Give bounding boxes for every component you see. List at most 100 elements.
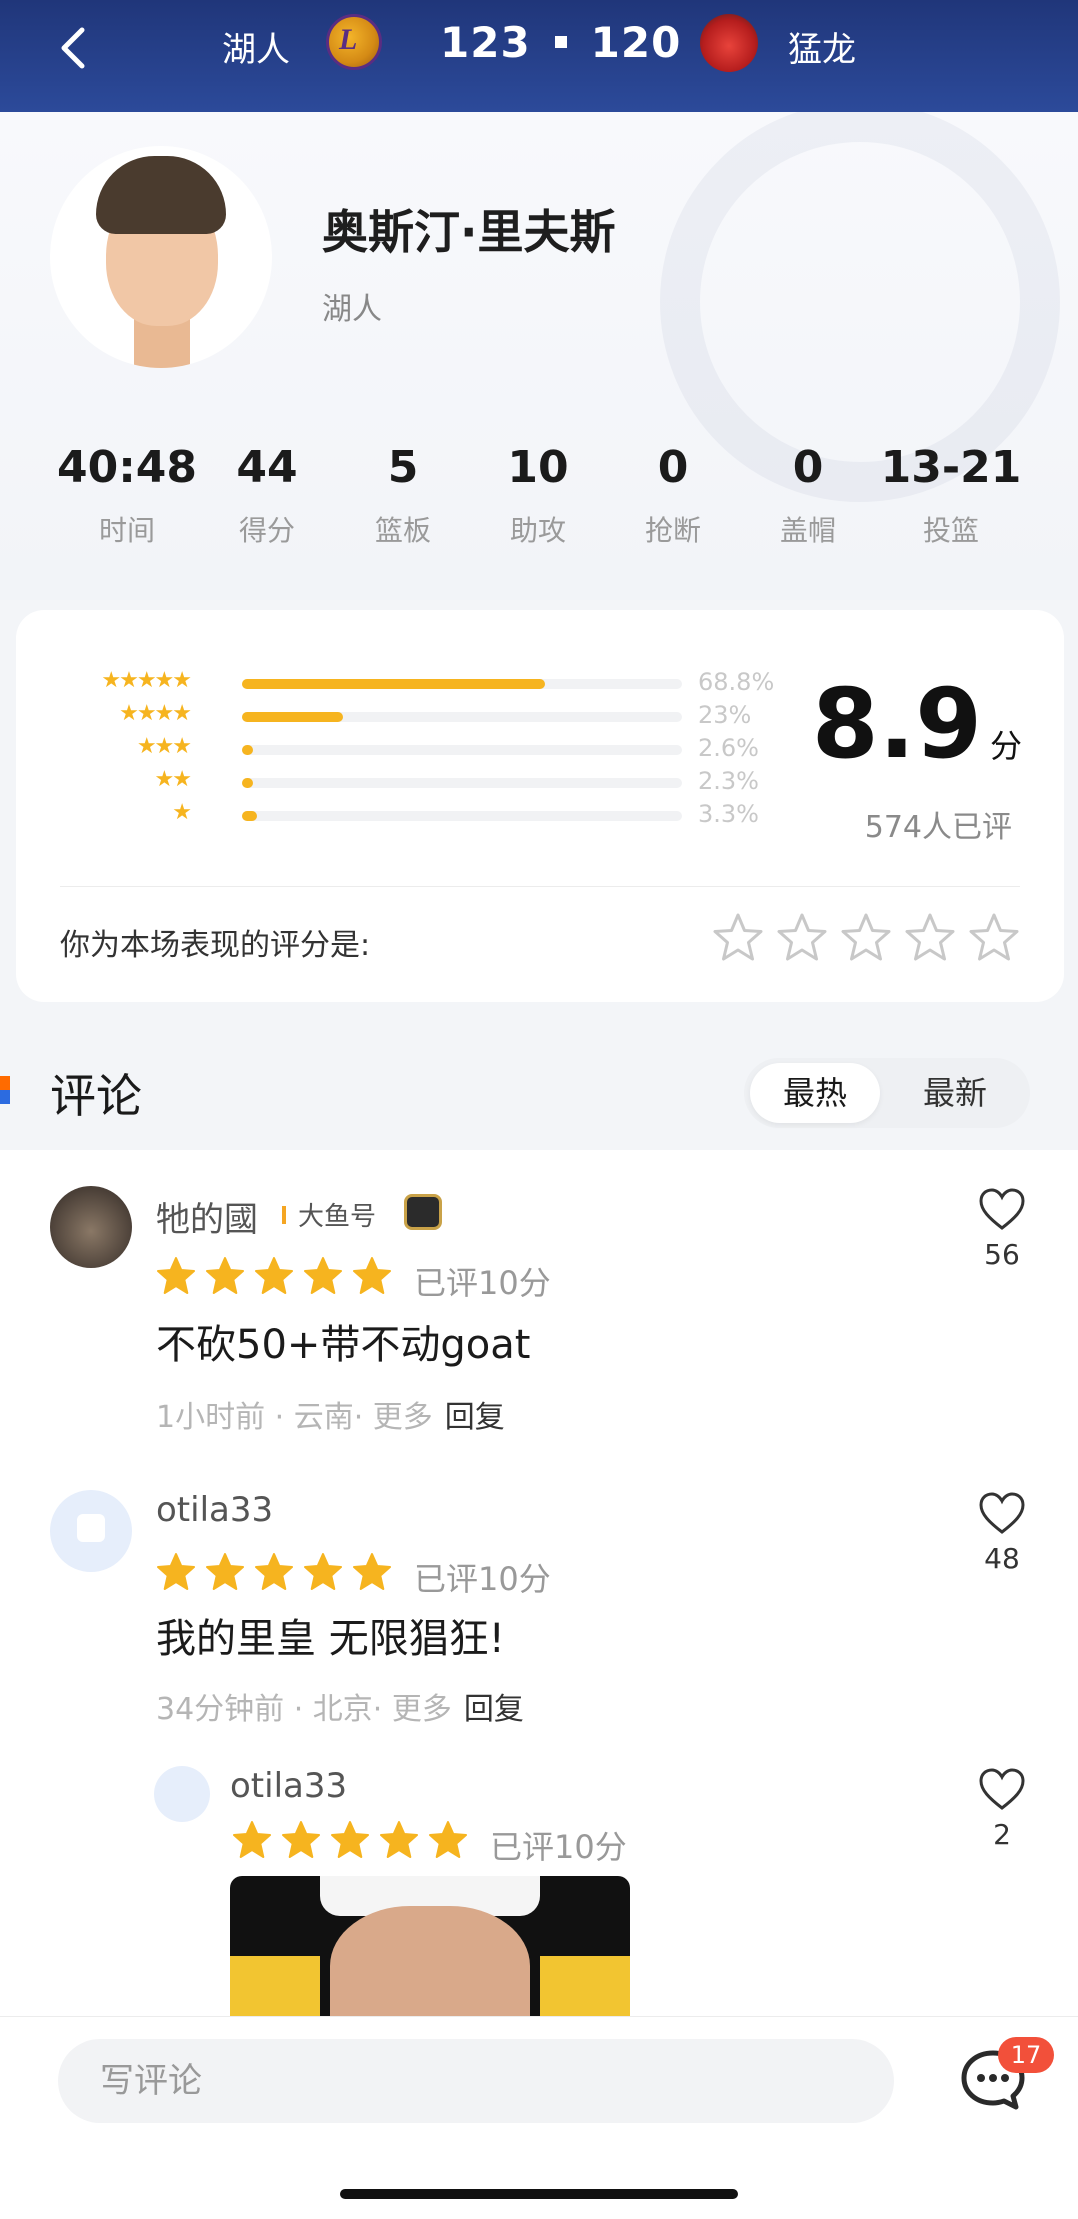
score-separator <box>554 35 567 48</box>
gold-star-icon <box>304 1553 342 1590</box>
comment-username[interactable]: 牠的國 <box>156 1192 258 1241</box>
creator-badge-icon <box>404 1194 442 1230</box>
rating-row-2: ★★ 2.3% <box>60 767 760 797</box>
gold-star-icon <box>353 1257 391 1294</box>
comment-stars <box>156 1552 401 1592</box>
stat-assists: 10 助攻 <box>507 442 569 547</box>
rate-star-2-icon[interactable] <box>776 912 828 962</box>
game-score: 123 120 <box>440 18 681 67</box>
default-avatar-icon <box>77 1514 105 1542</box>
comment-username[interactable]: otila33 <box>230 1766 347 1806</box>
comment-rated: 已评10分 <box>414 1264 551 1302</box>
rating-row-5: ★★★★★ 68.8% <box>60 668 774 698</box>
like-count: 48 <box>984 1542 1020 1575</box>
rating-percent: 2.6% <box>698 734 759 762</box>
stat-blocks: 0 盖帽 <box>779 442 836 547</box>
rating-percent: 3.3% <box>698 800 759 828</box>
heart-icon <box>979 1188 1025 1230</box>
sort-hot-button[interactable]: 最热 <box>750 1063 880 1123</box>
one-star-icon: ★ <box>172 800 192 825</box>
home-indicator <box>340 2189 738 2199</box>
rating-card: ★★★★★ 68.8% ★★★★ 23% ★★★ 2.6% ★★ 2.3% ★ … <box>16 610 1064 1002</box>
like-button[interactable]: 2 <box>972 1766 1032 1851</box>
gold-star-icon <box>304 1257 342 1294</box>
like-button[interactable]: 48 <box>972 1490 1032 1575</box>
section-accent <box>0 1076 10 1104</box>
rate-star-3-icon[interactable] <box>840 912 892 962</box>
comment-stars <box>232 1820 477 1860</box>
gold-star-icon <box>353 1553 391 1590</box>
badge-divider <box>282 1206 286 1224</box>
player-stats: 40:48 时间 44 得分 5 篮板 10 助攻 0 抢断 0 盖帽 13-21 投篮 <box>0 442 1078 562</box>
rate-star-4-icon[interactable] <box>904 912 956 962</box>
stat-shooting: 13-21 投篮 <box>880 442 1022 547</box>
comment-stars <box>156 1256 401 1296</box>
divider <box>60 886 1020 887</box>
four-star-icon: ★★★★ <box>119 701 192 726</box>
comment-item: otila33 已评10分 我的里皇 无限猖狂! 34分钟前 · 北京· 更多回… <box>0 1490 1078 1750</box>
sort-new-button[interactable]: 最新 <box>890 1063 1020 1123</box>
rating-bar-fill <box>242 745 254 755</box>
rating-row-1: ★ 3.3% <box>60 800 760 830</box>
away-team-name[interactable]: 猛龙 <box>788 22 856 71</box>
rating-percent: 2.3% <box>698 767 759 795</box>
gold-star-icon <box>157 1553 195 1590</box>
stat-steals: 0 抢断 <box>644 442 701 547</box>
rate-star-1-icon[interactable] <box>712 912 764 962</box>
player-section: 奥斯汀·里夫斯 湖人 40:48 时间 44 得分 5 篮板 10 助攻 0 抢断 0 盖帽… <box>0 112 1078 600</box>
comment-username[interactable]: otila33 <box>156 1490 273 1530</box>
rating-bar-fill <box>242 712 344 722</box>
gold-star-icon <box>282 1821 320 1858</box>
user-avatar[interactable] <box>50 1490 132 1572</box>
user-badge: 大鱼号 <box>298 1202 377 1232</box>
like-count: 2 <box>993 1818 1011 1851</box>
rating-bar-fill <box>242 778 253 788</box>
raters-count: 574人已评 <box>864 810 1012 845</box>
player-team: 湖人 <box>322 292 382 327</box>
comment-text: 我的里皇 无限猖狂! <box>156 1616 505 1662</box>
user-rating-stars <box>700 912 1020 966</box>
gold-star-icon <box>255 1257 293 1294</box>
gold-star-icon <box>331 1821 369 1858</box>
five-star-icon: ★★★★★ <box>101 668 192 693</box>
back-chevron-icon[interactable] <box>48 20 104 76</box>
gold-star-icon <box>206 1553 244 1590</box>
notification-badge: 17 <box>998 2037 1054 2073</box>
away-score: 120 <box>590 18 682 67</box>
gold-star-icon <box>233 1821 271 1858</box>
average-score: 8.9 分 <box>811 668 1022 780</box>
bottom-bar: 写评论 17 <box>0 2016 1078 2219</box>
lakers-logo-icon[interactable]: L <box>326 14 382 70</box>
home-team-name[interactable]: 湖人 <box>222 22 290 71</box>
reply-button[interactable]: 回复 <box>464 1692 524 1727</box>
stat-minutes: 40:48 时间 <box>56 442 198 547</box>
two-star-icon: ★★ <box>154 767 192 792</box>
three-star-icon: ★★★ <box>136 734 192 759</box>
comments-list: 牠的國 大鱼号 已评10分 不砍50+带不动goat 1小时前 · 云南· 更多… <box>0 1150 1078 2016</box>
player-avatar <box>50 146 272 368</box>
stat-points: 44 得分 <box>236 442 298 547</box>
comment-item: 牠的國 大鱼号 已评10分 不砍50+带不动goat 1小时前 · 云南· 更多… <box>0 1186 1078 1446</box>
gold-star-icon <box>206 1257 244 1294</box>
rating-bar-fill <box>242 811 257 821</box>
rating-percent: 23% <box>698 701 752 729</box>
rating-row-3: ★★★ 2.6% <box>60 734 760 764</box>
comment-meta: 34分钟前 · 北京· 更多 回复 <box>156 1692 524 1727</box>
gold-star-icon <box>380 1821 418 1858</box>
rating-bar-fill <box>242 679 545 689</box>
rate-star-5-icon[interactable] <box>968 912 1020 962</box>
comments-header: 评论 最热 最新 <box>0 1040 1078 1150</box>
gold-star-icon <box>255 1553 293 1590</box>
reply-button[interactable]: 回复 <box>445 1400 505 1435</box>
reply-item: otila33 已评10分 2 <box>0 1766 1078 2016</box>
user-avatar[interactable] <box>50 1186 132 1268</box>
reply-image[interactable] <box>230 1876 630 2016</box>
comment-input[interactable]: 写评论 <box>58 2039 894 2123</box>
user-avatar[interactable] <box>154 1766 210 1822</box>
comments-title: 评论 <box>50 1069 142 1123</box>
stat-rebounds: 5 篮板 <box>374 442 431 547</box>
like-button[interactable]: 56 <box>972 1186 1032 1271</box>
heart-icon <box>979 1492 1025 1534</box>
rating-row-4: ★★★★ 23% <box>60 701 760 731</box>
raptors-logo-icon[interactable] <box>700 14 758 72</box>
